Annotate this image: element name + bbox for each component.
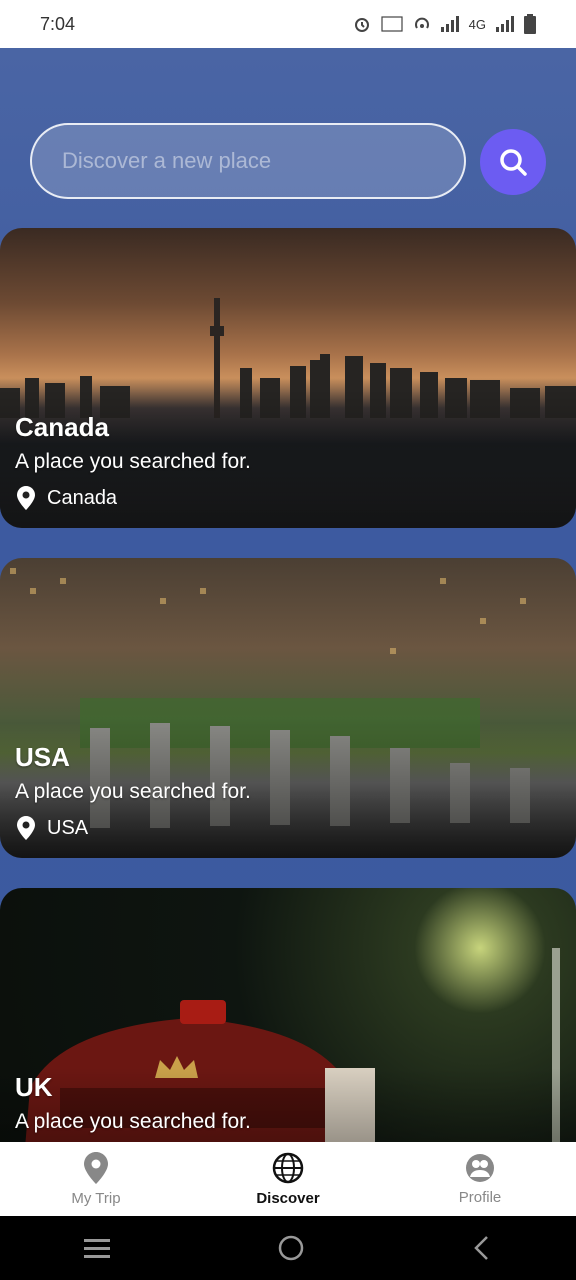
place-card-canada[interactable]: Canada A place you searched for. Canada	[0, 228, 576, 528]
place-title: UK	[15, 1072, 53, 1102]
globe-icon	[272, 1152, 304, 1183]
place-location-label: Canada	[47, 486, 118, 509]
status-bar: 7:04 4G	[0, 0, 576, 48]
nav-item-discover[interactable]: Discover	[192, 1142, 384, 1216]
nav-label: Discover	[256, 1189, 320, 1207]
location-pin-icon	[17, 486, 35, 510]
discover-screen: Canada A place you searched for. Canada	[0, 48, 576, 1142]
alarm-icon	[354, 18, 369, 32]
recent-apps-icon[interactable]	[83, 1238, 110, 1258]
location-pin-icon	[17, 816, 35, 840]
place-location-label: USA	[47, 816, 89, 839]
place-location: USA	[17, 816, 88, 840]
status-time: 7:04	[40, 13, 76, 34]
place-card-uk[interactable]: UK A place you searched for.	[0, 888, 576, 1142]
place-subtitle: A place you searched for.	[15, 780, 251, 803]
nav-item-profile[interactable]: Profile	[384, 1142, 576, 1216]
place-card-usa[interactable]: USA A place you searched for. USA	[0, 558, 576, 858]
signal-icon	[440, 16, 459, 32]
search-input[interactable]	[30, 123, 466, 199]
system-nav-bar	[0, 1216, 576, 1280]
profile-icon	[466, 1153, 494, 1182]
bottom-nav: My Trip Discover Profile	[0, 1142, 576, 1216]
status-icons: 4G	[353, 14, 536, 34]
volte-icon	[381, 16, 403, 32]
home-icon[interactable]	[277, 1234, 305, 1262]
location-pin-icon	[84, 1151, 108, 1184]
hotspot-icon	[414, 17, 429, 29]
search-icon	[500, 149, 527, 176]
place-subtitle: A place you searched for.	[15, 1110, 251, 1133]
back-icon[interactable]	[472, 1235, 492, 1261]
nav-label: My Trip	[71, 1189, 121, 1207]
battery-icon	[524, 14, 536, 34]
place-subtitle: A place you searched for.	[15, 450, 251, 473]
network-type: 4G	[468, 16, 486, 32]
nav-label: Profile	[458, 1188, 502, 1206]
nav-item-my-trip[interactable]: My Trip	[0, 1142, 192, 1216]
search-button[interactable]	[480, 129, 546, 195]
search-bar	[30, 123, 546, 199]
signal-icon-2	[496, 16, 514, 32]
place-title: Canada	[15, 412, 109, 442]
place-title: USA	[15, 742, 70, 772]
place-location: Canada	[17, 486, 117, 510]
